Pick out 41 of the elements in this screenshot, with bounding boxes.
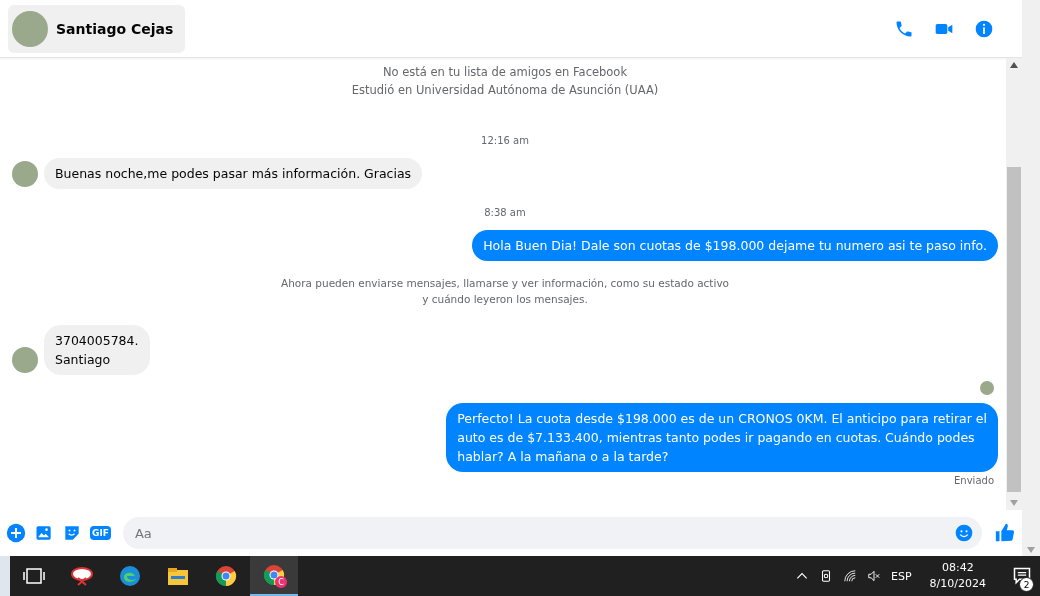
scroll-down-icon[interactable] <box>1010 500 1018 506</box>
message-bubble: 3704005784. Santiago <box>44 325 150 375</box>
message-bubble: Perfecto! La cuota desde $198.000 es de un CRONOS 0KM. El anticipo para retirar el auto es de $7.133.400, mientras tanto podes ir pagando en cuotas. Cuándo podes hablar? A la mañana o a la tarde? <box>446 403 998 472</box>
scroll-up-icon[interactable] <box>1010 62 1018 68</box>
profile-badge: C <box>275 576 287 588</box>
seen-avatar <box>980 381 994 395</box>
plus-icon[interactable] <box>6 523 26 543</box>
edge-browser-icon <box>118 564 142 588</box>
notifications-icon[interactable] <box>1012 566 1032 586</box>
taskbar-app[interactable]: C <box>250 556 298 596</box>
gif-button[interactable]: GIF <box>90 526 111 540</box>
timestamp: 8:38 am <box>484 207 526 218</box>
sticker-icon[interactable] <box>62 523 82 543</box>
camera-icon[interactable] <box>819 569 833 583</box>
snip-tool-icon <box>70 564 94 588</box>
emoji-icon[interactable] <box>954 523 974 543</box>
avatar <box>12 161 38 187</box>
image-icon[interactable] <box>34 523 54 543</box>
scrollbar[interactable] <box>1006 58 1022 510</box>
thumbs-up-icon[interactable] <box>994 522 1016 544</box>
message-input[interactable]: Aa <box>122 517 982 549</box>
chrome-browser-icon <box>214 564 238 588</box>
message-status: Enviado <box>954 475 994 486</box>
timestamp: 12:16 am <box>481 135 529 146</box>
muted-speaker-icon[interactable] <box>867 569 881 583</box>
notification-count: 2 <box>1019 577 1034 592</box>
scroll-down-icon[interactable] <box>1027 547 1035 553</box>
message-bubble: Buenas noche,me podes pasar más información. Gracias <box>44 158 423 189</box>
message-bubble: Hola Buen Dia! Dale son cuotas de $198.000 dejame tu numero asi te paso info. <box>472 230 998 261</box>
system-notice: Ahora pueden enviarse mensajes, llamarse y ver información, como su estado activo y cuándo leyeron los mensajes. <box>280 276 730 307</box>
contact-info-text: No está en tu lista de amigos en Facebook Estudió en Universidad Autónoma de Asunción (UAA) <box>351 64 659 99</box>
scrollbar[interactable] <box>1022 0 1040 556</box>
window-edge <box>0 556 10 596</box>
avatar <box>12 347 38 373</box>
wifi-icon[interactable] <box>843 569 857 583</box>
language-indicator[interactable]: ESP <box>891 569 912 583</box>
clock-time[interactable]: 08:42 <box>941 560 974 576</box>
clock-date[interactable]: 8/10/2024 <box>929 576 986 592</box>
avatar <box>12 10 48 47</box>
contact-button[interactable]: Santiago Cejas <box>8 4 186 53</box>
info-icon[interactable] <box>974 18 994 39</box>
